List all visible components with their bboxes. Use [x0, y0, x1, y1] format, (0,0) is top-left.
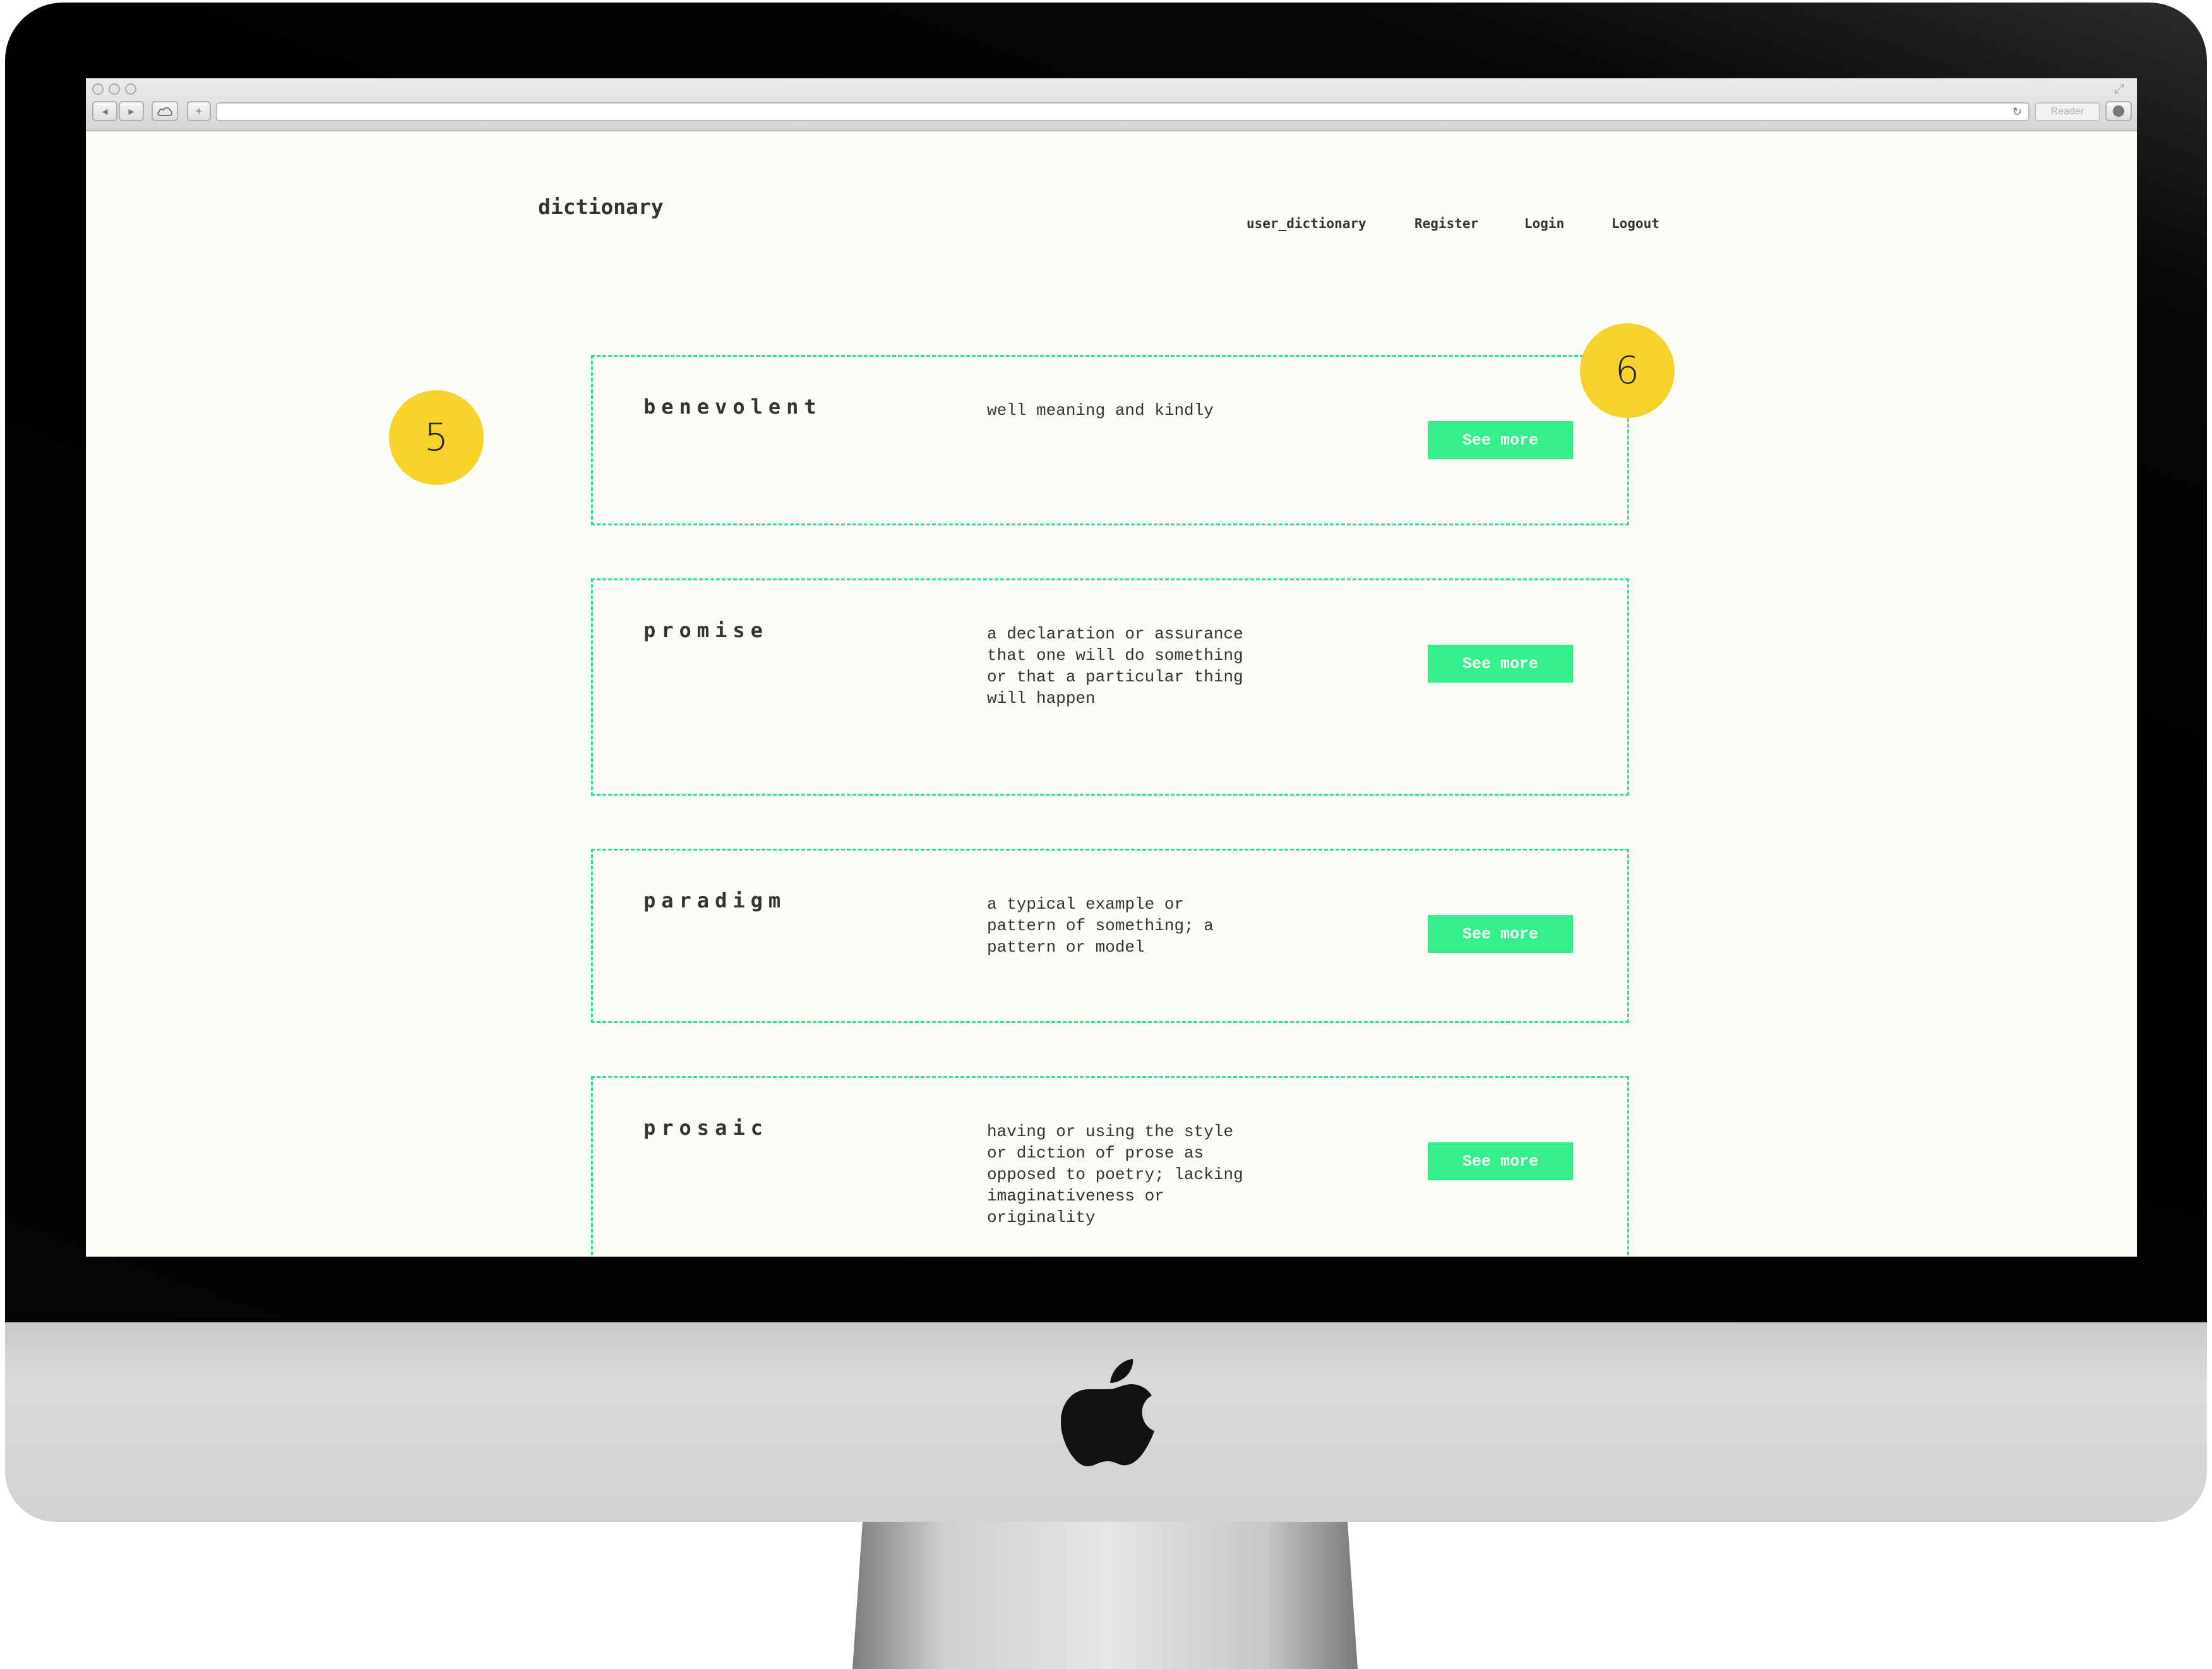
downloads-button[interactable] [2105, 101, 2132, 121]
site-logo[interactable]: dictionary [538, 194, 664, 219]
back-arrow-icon: ◂ [102, 104, 108, 117]
nav-user-dictionary[interactable]: user_dictionary [1246, 216, 1366, 231]
nav-login[interactable]: Login [1524, 216, 1564, 231]
forward-arrow-icon: ▸ [128, 104, 135, 117]
see-more-button[interactable]: See more [1428, 645, 1573, 683]
apple-logo-icon [1061, 1359, 1154, 1466]
minimize-window-button[interactable] [109, 83, 120, 95]
web-page: dictionary user_dictionary Register Logi… [86, 131, 2137, 1257]
back-button[interactable]: ◂ [92, 101, 117, 121]
see-more-button[interactable]: See more [1428, 421, 1573, 459]
close-window-button[interactable] [92, 83, 104, 95]
address-bar[interactable]: ↻ [216, 102, 2030, 121]
new-tab-button[interactable]: + [187, 101, 211, 121]
word-card: prosaic having or using the style or dic… [591, 1076, 1629, 1257]
window-controls [92, 83, 136, 95]
zoom-window-button[interactable] [125, 83, 136, 95]
word-card: benevolent well meaning and kindly See m… [591, 355, 1629, 525]
annotation-badge-6: 6 [1580, 323, 1675, 418]
word-title: promise [643, 618, 768, 642]
word-definition: well meaning and kindly [987, 401, 1214, 420]
cloud-icon [157, 107, 172, 116]
see-more-button[interactable]: See more [1428, 915, 1573, 953]
word-definition: a typical example or pattern of somethin… [987, 895, 1214, 957]
plus-icon: + [195, 104, 203, 117]
word-card: paradigm a typical example or pattern of… [591, 849, 1629, 1023]
word-definition: a declaration or assurance that one will… [987, 625, 1243, 708]
word-definition: having or using the style or diction of … [987, 1122, 1243, 1227]
word-card: promise a declaration or assurance that … [591, 578, 1629, 796]
nav-logout[interactable]: Logout [1611, 216, 1659, 231]
icloud-tabs-button[interactable] [152, 101, 178, 121]
see-more-button[interactable]: See more [1428, 1142, 1573, 1180]
screen: ◂ ▸ + ↻ Reader ⤢ dictionary user_diction… [86, 78, 2137, 1257]
expand-icon[interactable]: ⤢ [2114, 82, 2124, 97]
nav-register[interactable]: Register [1414, 216, 1478, 231]
download-icon [2113, 105, 2124, 117]
word-title: prosaic [643, 1116, 768, 1140]
monitor-stand [852, 1522, 1358, 1669]
word-title: benevolent [643, 395, 822, 419]
forward-button[interactable]: ▸ [119, 101, 144, 121]
reader-button[interactable]: Reader [2035, 102, 2100, 121]
browser-toolbar: ◂ ▸ + ↻ Reader ⤢ [86, 78, 2137, 131]
reload-icon[interactable]: ↻ [2012, 104, 2022, 120]
imac-mockup: ◂ ▸ + ↻ Reader ⤢ dictionary user_diction… [0, 0, 2212, 1669]
word-title: paradigm [643, 888, 787, 912]
annotation-badge-5: 5 [389, 390, 484, 485]
